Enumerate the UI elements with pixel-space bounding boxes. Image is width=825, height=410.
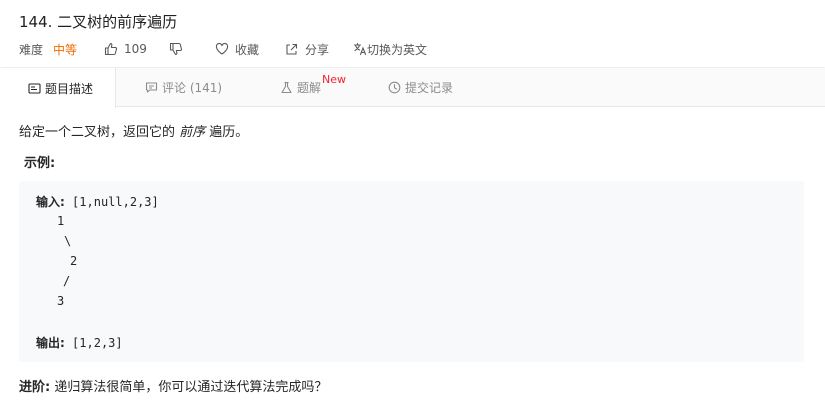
favorite-button[interactable]: 收藏 <box>215 40 259 58</box>
tree-line: 3 <box>57 294 65 308</box>
difficulty-value: 中等 <box>53 42 78 57</box>
example-code-block: 输入: [1,null,2,3] 1 \ 2 / 3 输出: [1,2,3] <box>19 181 804 362</box>
like-button[interactable]: 109 <box>104 40 147 58</box>
translate-icon <box>353 42 367 56</box>
example-input: 输入: [1,null,2,3] <box>36 193 159 210</box>
comment-icon <box>145 81 162 94</box>
tree-line: / <box>63 274 71 288</box>
example-output: 输出: [1,2,3] <box>36 334 123 351</box>
tab-submissions[interactable]: 提交记录 <box>388 68 453 107</box>
share-button[interactable]: 分享 <box>285 40 329 58</box>
output-label: 输出: <box>36 336 65 350</box>
difficulty: 难度 中等 <box>19 40 77 58</box>
input-label: 输入: <box>36 195 65 209</box>
switch-language-button[interactable]: 切换为英文 <box>353 40 427 58</box>
share-icon <box>285 42 299 56</box>
tab-description-label: 题目描述 <box>45 81 94 96</box>
tab-solutions[interactable]: 题解 <box>280 68 321 107</box>
input-value: [1,null,2,3] <box>72 195 159 209</box>
tree-line: \ <box>64 234 72 248</box>
tab-description[interactable]: 题目描述 <box>0 68 117 108</box>
problem-description: 给定一个二叉树，返回它的 前序 遍历。 <box>19 121 248 140</box>
share-label: 分享 <box>305 42 330 57</box>
problem-title: 144. 二叉树的前序遍历 <box>19 13 178 31</box>
favorite-label: 收藏 <box>235 42 260 57</box>
switch-language-label: 切换为英文 <box>367 42 428 57</box>
description-text: 给定一个二叉树，返回它的 <box>19 125 180 140</box>
thumbs-down-icon <box>169 42 183 56</box>
description-text-end: 遍历。 <box>205 125 249 140</box>
tab-submissions-label: 提交记录 <box>405 81 454 95</box>
tree-line: 1 <box>57 214 65 228</box>
example-label: 示例: <box>24 156 56 171</box>
dislike-button[interactable] <box>169 40 183 58</box>
tab-comments-label: 评论 (141) <box>162 81 223 95</box>
flask-icon <box>280 81 297 94</box>
difficulty-label: 难度 <box>19 42 44 57</box>
clock-icon <box>388 81 405 94</box>
thumbs-up-icon <box>104 42 118 56</box>
tab-solutions-label: 题解 <box>297 81 322 95</box>
tab-comments[interactable]: 评论 (141) <box>145 68 222 107</box>
new-badge: New <box>322 73 346 86</box>
like-count: 109 <box>124 42 147 56</box>
heart-icon <box>215 42 229 56</box>
follow-up-text: 递归算法很简单，你可以通过迭代算法完成吗？ <box>50 380 328 395</box>
description-icon <box>28 82 45 95</box>
follow-up-label: 进阶: <box>19 380 51 395</box>
problem-tabs: 题目描述 评论 (141) 题解 New 提交记录 <box>0 68 825 108</box>
problem-header: 144. 二叉树的前序遍历 难度 中等 109 收藏 分享 切换为英文 <box>0 0 825 67</box>
tree-line: 2 <box>70 254 78 268</box>
description-emphasis: 前序 <box>179 125 206 140</box>
output-value: [1,2,3] <box>72 336 123 350</box>
follow-up-note: 进阶: 递归算法很简单，你可以通过迭代算法完成吗？ <box>19 376 327 395</box>
